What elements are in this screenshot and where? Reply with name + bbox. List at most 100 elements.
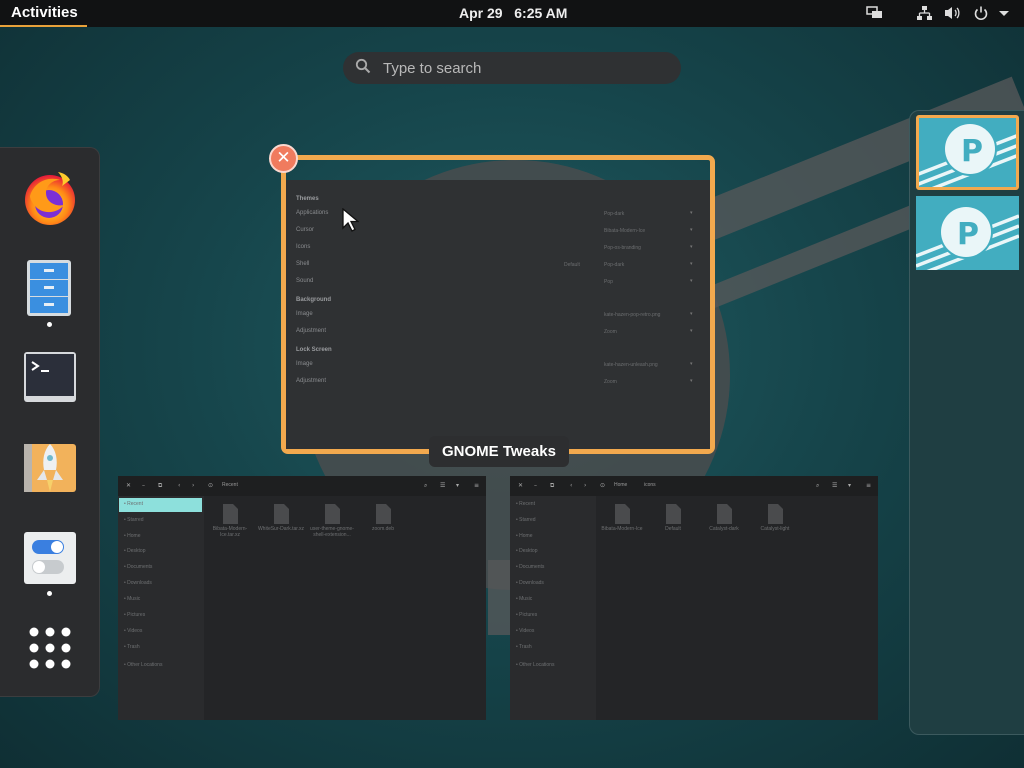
path-bar-sub[interactable]: icons bbox=[644, 482, 656, 488]
search-input[interactable] bbox=[383, 59, 643, 77]
setting-value[interactable]: Zoom bbox=[604, 329, 617, 335]
chevron-down-icon[interactable]: ▾ bbox=[690, 278, 693, 284]
sidebar-item[interactable]: • Documents bbox=[124, 564, 152, 570]
svg-text:P: P bbox=[957, 217, 979, 252]
setting-label: Cursor bbox=[296, 227, 315, 233]
chevron-down-icon[interactable] bbox=[998, 5, 1010, 22]
workspace-thumbnail[interactable]: P bbox=[916, 196, 1019, 270]
setting-value[interactable]: Pop-dark bbox=[604, 211, 624, 217]
chevron-down-icon[interactable]: ▾ bbox=[456, 482, 459, 489]
chevron-down-icon[interactable]: ▾ bbox=[690, 311, 693, 317]
dash-app-firefox[interactable] bbox=[22, 166, 78, 225]
search-bar[interactable] bbox=[343, 52, 681, 84]
dash-app-terminal[interactable] bbox=[22, 350, 78, 406]
dash-app-files[interactable] bbox=[22, 258, 78, 316]
file-icon[interactable] bbox=[663, 503, 683, 525]
menu-icon[interactable]: ≡ bbox=[866, 482, 871, 489]
sidebar-item[interactable]: • Downloads bbox=[516, 580, 544, 586]
chevron-down-icon[interactable]: ▾ bbox=[690, 361, 693, 367]
sidebar-item[interactable]: • Starred bbox=[516, 517, 536, 523]
back-icon[interactable]: ‹ bbox=[178, 482, 180, 489]
setting-value[interactable]: Pop-os-branding bbox=[604, 245, 641, 251]
location-icon[interactable]: ⊙ bbox=[600, 482, 605, 489]
chevron-down-icon[interactable]: ▾ bbox=[690, 378, 693, 384]
sidebar-item[interactable]: • Trash bbox=[124, 644, 140, 650]
window-files-recent[interactable]: ✕ – ⧉ ‹ › ⊙ Recent ⌕ ☰ ▾ ≡ • Recent • Starred • Home •… bbox=[118, 476, 486, 720]
setting-value[interactable]: Pop-dark bbox=[604, 262, 624, 268]
file-icon[interactable] bbox=[220, 503, 240, 525]
close-icon[interactable]: ✕ bbox=[518, 482, 523, 489]
search-icon bbox=[355, 58, 371, 78]
file-icon[interactable] bbox=[373, 503, 393, 525]
clock[interactable]: Apr 29 6:25 AM bbox=[459, 0, 567, 27]
setting-value[interactable]: kate-hazen-unleash.png bbox=[604, 362, 658, 368]
close-icon[interactable]: ✕ bbox=[126, 482, 131, 489]
window-files-home[interactable]: ✕ – ⧉ ‹ › ⊙ Home icons ⌕ ☰ ▾ ≡ • Recent • Starred • Ho… bbox=[510, 476, 878, 720]
sidebar-item[interactable]: • Downloads bbox=[124, 580, 152, 586]
chevron-down-icon[interactable]: ▾ bbox=[848, 482, 851, 489]
sidebar-item[interactable]: • Music bbox=[124, 596, 140, 602]
sidebar-item[interactable]: • Recent bbox=[124, 501, 143, 507]
sidebar-item[interactable]: • Videos bbox=[124, 628, 142, 634]
maximize-icon[interactable]: ⧉ bbox=[158, 482, 162, 490]
sidebar-item[interactable]: • Trash bbox=[516, 644, 532, 650]
path-bar[interactable]: Home bbox=[614, 482, 627, 488]
setting-value[interactable]: Zoom bbox=[604, 379, 617, 385]
sidebar-item[interactable]: • Starred bbox=[124, 517, 144, 523]
minimize-icon[interactable]: – bbox=[534, 482, 537, 489]
power-icon[interactable] bbox=[973, 5, 989, 22]
sidebar-item[interactable]: • Documents bbox=[516, 564, 544, 570]
show-applications-button[interactable] bbox=[22, 622, 78, 678]
activities-button[interactable]: Activities bbox=[0, 0, 87, 27]
sidebar-item[interactable]: • Home bbox=[124, 533, 140, 539]
file-icon[interactable] bbox=[322, 503, 342, 525]
file-icon[interactable] bbox=[714, 503, 734, 525]
minimize-icon[interactable]: – bbox=[142, 482, 145, 489]
view-icon[interactable]: ☰ bbox=[832, 482, 837, 489]
dash-app-pop-shop[interactable] bbox=[22, 440, 78, 496]
maximize-icon[interactable]: ⧉ bbox=[550, 482, 554, 490]
sidebar-item[interactable]: • Pictures bbox=[124, 612, 145, 618]
chevron-down-icon[interactable]: ▾ bbox=[690, 328, 693, 334]
file-icon[interactable] bbox=[765, 503, 785, 525]
toggle-switches-icon bbox=[24, 532, 76, 584]
forward-icon[interactable]: › bbox=[584, 482, 586, 489]
chevron-down-icon[interactable]: ▾ bbox=[690, 261, 693, 267]
forward-icon[interactable]: › bbox=[192, 482, 194, 489]
header-bar bbox=[118, 476, 486, 496]
sidebar-item[interactable]: • Music bbox=[516, 596, 532, 602]
sidebar-item[interactable]: • Pictures bbox=[516, 612, 537, 618]
setting-value[interactable]: Pop bbox=[604, 279, 613, 285]
sidebar-item[interactable]: • Desktop bbox=[124, 548, 145, 554]
sidebar-item[interactable]: • Recent bbox=[516, 501, 535, 507]
running-indicator bbox=[47, 591, 52, 596]
view-icon[interactable]: ☰ bbox=[440, 482, 445, 489]
back-icon[interactable]: ‹ bbox=[570, 482, 572, 489]
file-icon[interactable] bbox=[612, 503, 632, 525]
sidebar-item[interactable]: • Other Locations bbox=[124, 662, 162, 668]
sidebar-item[interactable]: • Home bbox=[516, 533, 532, 539]
path-bar[interactable]: Recent bbox=[222, 482, 238, 488]
setting-value[interactable]: Bibata-Modern-Ice bbox=[604, 228, 645, 234]
sidebar-item[interactable]: • Other Locations bbox=[516, 662, 554, 668]
location-icon[interactable]: ⊙ bbox=[208, 482, 213, 489]
volume-icon[interactable] bbox=[944, 5, 961, 22]
close-window-button[interactable]: ✕ bbox=[269, 144, 298, 173]
workspace-thumbnail[interactable]: P bbox=[916, 115, 1019, 190]
setting-value[interactable]: kate-hazen-pop-retro.png bbox=[604, 312, 660, 318]
chevron-down-icon[interactable]: ▾ bbox=[690, 210, 693, 216]
chevron-down-icon[interactable]: ▾ bbox=[690, 244, 693, 250]
network-wired-icon[interactable] bbox=[916, 5, 933, 22]
file-icon[interactable] bbox=[271, 503, 291, 525]
sidebar-item[interactable]: • Desktop bbox=[516, 548, 537, 554]
dash-app-tweaks[interactable] bbox=[22, 530, 78, 586]
chevron-down-icon[interactable]: ▾ bbox=[690, 227, 693, 233]
menu-icon[interactable]: ≡ bbox=[474, 482, 479, 489]
pop-logo-icon: P bbox=[916, 205, 1019, 270]
svg-text:P: P bbox=[961, 134, 983, 169]
screen-share-icon[interactable] bbox=[866, 5, 883, 22]
sidebar-item[interactable]: • Videos bbox=[516, 628, 534, 634]
firefox-icon bbox=[25, 172, 75, 225]
search-icon[interactable]: ⌕ bbox=[424, 482, 427, 490]
search-icon[interactable]: ⌕ bbox=[816, 482, 819, 490]
